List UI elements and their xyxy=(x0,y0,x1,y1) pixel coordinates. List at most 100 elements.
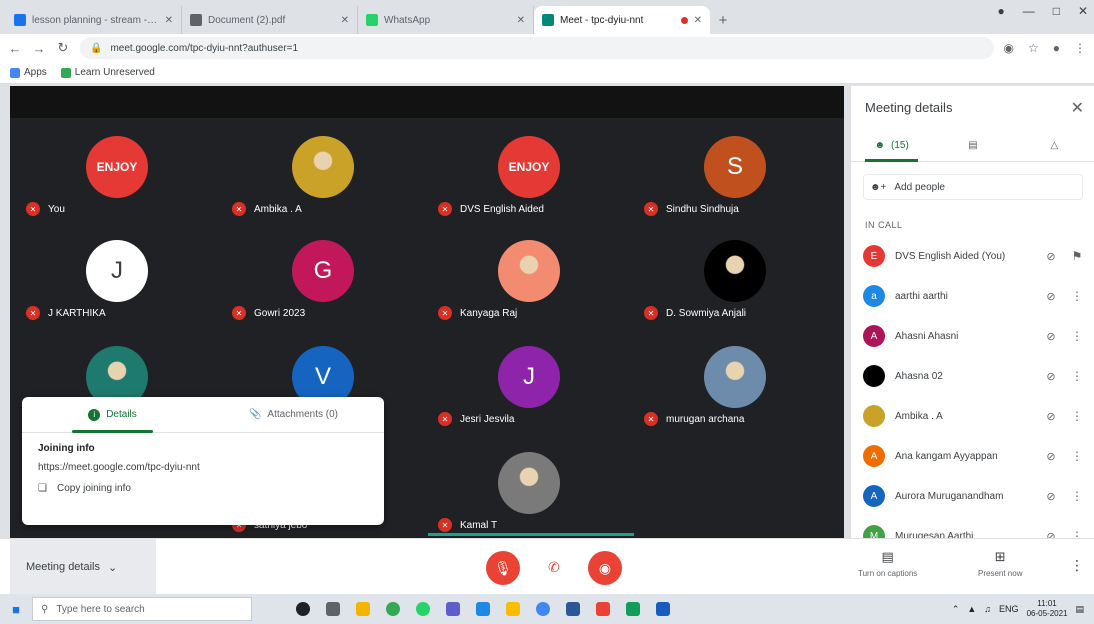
browser-tab[interactable]: Document (2).pdf ✕ xyxy=(182,6,358,34)
close-icon[interactable]: ✕ xyxy=(1071,98,1084,118)
list-item[interactable]: A Aurora Muruganandham ⊘ ⋮ xyxy=(851,476,1094,516)
tab-people[interactable]: ☻ (15) xyxy=(851,130,932,162)
more-options-icon[interactable]: ⋮ xyxy=(1069,449,1085,463)
avatar: ENJOY xyxy=(498,136,560,198)
more-options-icon[interactable]: ⋮ xyxy=(1070,557,1084,574)
bookmark-apps[interactable]: Apps xyxy=(10,67,47,78)
forward-icon[interactable]: → xyxy=(32,41,46,56)
pin-icon[interactable]: ⚑ xyxy=(1069,249,1085,263)
teams-icon[interactable] xyxy=(446,602,460,616)
whatsapp-icon[interactable] xyxy=(416,602,430,616)
close-tab-icon[interactable]: ✕ xyxy=(694,15,702,26)
avatar: a xyxy=(863,285,885,307)
store-icon[interactable] xyxy=(476,602,490,616)
reload-icon[interactable]: ↻ xyxy=(56,40,70,56)
participant-tile[interactable]: ✕ Kamal T xyxy=(428,450,628,552)
stage-header xyxy=(10,86,844,118)
list-item[interactable]: Ambika . A ⊘ ⋮ xyxy=(851,396,1094,436)
list-item[interactable]: a aarthi aarthi ⊘ ⋮ xyxy=(851,276,1094,316)
word-icon[interactable] xyxy=(566,602,580,616)
side-panel: Meeting details ✕ ☻ (15) ▤ △ ☻+ Add peop… xyxy=(850,86,1094,547)
tab-details[interactable]: i Details xyxy=(22,397,203,433)
tab-attachments[interactable]: 📎 Attachments (0) xyxy=(203,397,384,432)
panel-tabs: ☻ (15) ▤ △ xyxy=(851,130,1094,162)
participant-name: Ahasni Ahasni xyxy=(895,330,959,342)
joining-url: https://meet.google.com/tpc-dyiu-nnt xyxy=(38,462,200,473)
close-window-icon[interactable]: ✕ xyxy=(1078,4,1088,18)
tab-activities[interactable]: △ xyxy=(1014,130,1094,161)
participant-name: Aurora Muruganandham xyxy=(895,490,1004,502)
browser-tab[interactable]: WhatsApp ✕ xyxy=(358,6,534,34)
more-options-icon[interactable]: ⋮ xyxy=(1069,489,1085,503)
more-options-icon[interactable]: ⋮ xyxy=(1069,329,1085,343)
mic-off-button[interactable]: 🎙 xyxy=(486,551,520,585)
more-options-icon[interactable]: ⋮ xyxy=(1069,369,1085,383)
participant-tile[interactable]: ✕ D. Sowmiya Anjali xyxy=(634,238,834,340)
app-red-icon[interactable] xyxy=(596,602,610,616)
present-now-button[interactable]: ⊞ Present now xyxy=(978,549,1022,578)
tab-chat[interactable]: ▤ xyxy=(932,130,1013,161)
list-item[interactable]: E DVS English Aided (You) ⊘ ⚑ xyxy=(851,236,1094,276)
browser-tab[interactable]: Meet - tpc-dyiu-nnt ✕ xyxy=(534,6,710,34)
list-item[interactable]: A Ana kangam Ayyappan ⊘ ⋮ xyxy=(851,436,1094,476)
copy-joining-info-button[interactable]: ❏ Copy joining info xyxy=(38,483,368,494)
close-tab-icon[interactable]: ✕ xyxy=(517,15,525,26)
participant-tile[interactable]: J ✕ Jesri Jesvila xyxy=(428,344,628,446)
mic-muted-icon: ✕ xyxy=(232,306,246,320)
chrome-2-icon[interactable] xyxy=(536,602,550,616)
avatar-text: ENJOY xyxy=(508,160,550,174)
avatar[interactable]: ● xyxy=(1053,41,1060,55)
chrome-icon[interactable] xyxy=(386,602,400,616)
meeting-details-button[interactable]: Meeting details ⌄ xyxy=(10,539,156,595)
participant-tile[interactable]: G ✕ Gowri 2023 xyxy=(222,238,422,340)
captions-button[interactable]: ▤ Turn on captions xyxy=(858,549,917,578)
minimize-icon[interactable]: — xyxy=(1023,4,1035,18)
participant-tile[interactable]: ENJOY ✕ You xyxy=(16,134,216,236)
clock[interactable]: 11:01 06-05-2021 xyxy=(1027,599,1068,619)
camera-off-button[interactable]: ◉ xyxy=(588,551,622,585)
copy-icon: ❏ xyxy=(38,483,47,494)
browser-tab[interactable]: lesson planning - stream - ucl ✕ xyxy=(6,6,182,34)
bookmark-learn[interactable]: Learn Unreserved xyxy=(60,67,155,78)
participant-name: J KARTHIKA xyxy=(48,307,106,319)
network-icon[interactable]: ▲ xyxy=(967,604,976,614)
menu-icon[interactable]: ⋮ xyxy=(1074,41,1086,55)
file-explorer-icon[interactable] xyxy=(356,602,370,616)
add-people-button[interactable]: ☻+ Add people xyxy=(863,174,1083,200)
profile-icon[interactable]: ● xyxy=(997,4,1004,18)
participant-tile[interactable]: ✕ murugan archana xyxy=(634,344,834,446)
more-options-icon[interactable]: ⋮ xyxy=(1069,289,1085,303)
close-tab-icon[interactable]: ✕ xyxy=(341,15,349,26)
app-icon[interactable] xyxy=(506,602,520,616)
participant-tile[interactable]: ✕ Kanyaga Raj xyxy=(428,238,628,340)
list-item[interactable]: Ahasna 02 ⊘ ⋮ xyxy=(851,356,1094,396)
participant-tile[interactable]: ✕ Ambika . A xyxy=(222,134,422,236)
cortana-icon[interactable] xyxy=(296,602,310,616)
new-tab-button[interactable]: + xyxy=(710,6,736,34)
url-input[interactable]: 🔒 meet.google.com/tpc-dyiu-nnt?authuser=… xyxy=(80,37,994,59)
participant-tile[interactable]: J ✕ J KARTHIKA xyxy=(16,238,216,340)
notifications-icon[interactable]: ▤ xyxy=(1075,604,1084,615)
windows-start-icon[interactable]: ■ xyxy=(0,602,32,617)
word-2-icon[interactable] xyxy=(656,602,670,616)
tray-chevron-icon[interactable]: ⌃ xyxy=(952,604,960,615)
task-view-icon[interactable] xyxy=(326,602,340,616)
list-item[interactable]: A Ahasni Ahasni ⊘ ⋮ xyxy=(851,316,1094,356)
participant-name: aarthi aarthi xyxy=(895,290,948,302)
captions-icon: ▤ xyxy=(881,549,894,564)
camera-permission-icon[interactable]: ◉ xyxy=(1004,41,1014,55)
avatar xyxy=(863,365,885,387)
close-tab-icon[interactable]: ✕ xyxy=(165,15,173,26)
maximize-icon[interactable]: □ xyxy=(1053,4,1060,18)
back-icon[interactable]: ← xyxy=(8,41,22,56)
participant-tile[interactable]: S ✕ Sindhu Sindhuja xyxy=(634,134,834,236)
volume-icon[interactable]: ♫ xyxy=(984,604,991,614)
participant-tile[interactable]: ENJOY ✕ DVS English Aided xyxy=(428,134,628,236)
star-icon[interactable]: ☆ xyxy=(1028,41,1039,55)
more-options-icon[interactable]: ⋮ xyxy=(1069,409,1085,423)
app-green-icon[interactable] xyxy=(626,602,640,616)
language-indicator[interactable]: ENG xyxy=(999,604,1019,614)
taskbar-search[interactable]: ⚲ Type here to search xyxy=(32,597,252,621)
hang-up-button[interactable]: ✆ xyxy=(548,559,560,576)
search-icon: ⚲ xyxy=(41,603,49,615)
